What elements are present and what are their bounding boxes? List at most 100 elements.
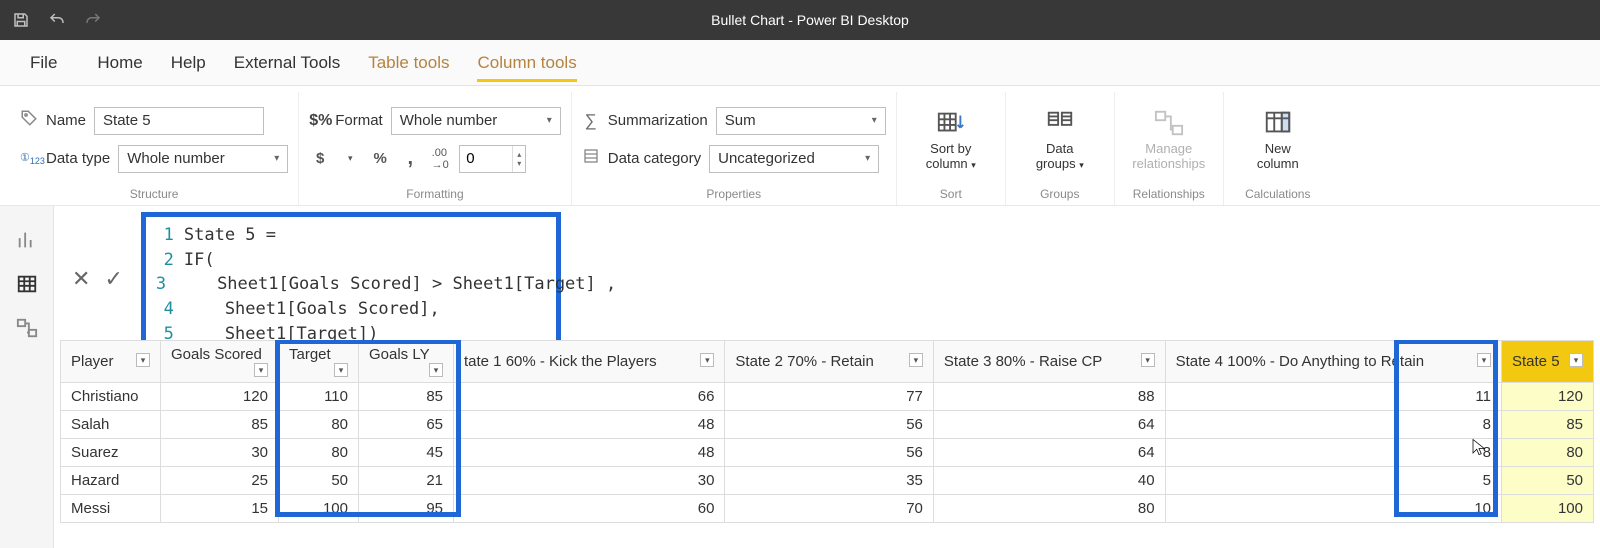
- datacategory-select[interactable]: Uncategorized▾: [709, 145, 879, 173]
- group-label-calculations: Calculations: [1234, 187, 1322, 205]
- sort-by-column-button[interactable]: Sort bycolumn ▾: [907, 99, 995, 181]
- filter-icon[interactable]: ▾: [254, 363, 268, 377]
- filter-icon[interactable]: ▾: [429, 363, 443, 377]
- datatype-select[interactable]: Whole number▾: [118, 145, 288, 173]
- data-view-icon[interactable]: [15, 272, 39, 296]
- cell[interactable]: 80: [933, 495, 1165, 523]
- cell[interactable]: 88: [933, 383, 1165, 411]
- save-icon[interactable]: [12, 11, 30, 29]
- summarization-select[interactable]: Sum▾: [716, 107, 886, 135]
- col-state1[interactable]: tate 1 60% - Kick the Players▾: [454, 341, 725, 383]
- col-state3[interactable]: State 3 80% - Raise CP▾: [933, 341, 1165, 383]
- tab-help[interactable]: Help: [171, 45, 206, 81]
- model-view-icon[interactable]: [15, 316, 39, 340]
- filter-icon[interactable]: ▾: [1141, 353, 1155, 367]
- currency-button[interactable]: $: [309, 148, 331, 170]
- cell[interactable]: 8: [1165, 439, 1501, 467]
- cell[interactable]: Suarez: [61, 439, 161, 467]
- tab-file[interactable]: File: [18, 49, 69, 77]
- cell[interactable]: 50: [1502, 467, 1594, 495]
- cell[interactable]: 80: [279, 411, 359, 439]
- table-row[interactable]: Salah858065485664885: [61, 411, 1594, 439]
- report-view-icon[interactable]: [15, 228, 39, 252]
- cell[interactable]: 35: [725, 467, 933, 495]
- name-input[interactable]: State 5: [94, 107, 264, 135]
- redo-icon[interactable]: [84, 11, 102, 29]
- col-target[interactable]: Target▾: [279, 341, 359, 383]
- col-state5[interactable]: State 5▾: [1502, 341, 1594, 383]
- undo-icon[interactable]: [48, 11, 66, 29]
- decimals-stepper[interactable]: ▴▾: [459, 145, 526, 173]
- decimals-input[interactable]: [460, 146, 512, 172]
- cell[interactable]: 21: [359, 467, 454, 495]
- col-goals-scored[interactable]: Goals Scored▾: [161, 341, 279, 383]
- tab-home[interactable]: Home: [97, 45, 142, 81]
- filter-icon[interactable]: ▾: [700, 353, 714, 367]
- cell[interactable]: 56: [725, 411, 933, 439]
- col-goals-ly[interactable]: Goals LY▾: [359, 341, 454, 383]
- cell[interactable]: Messi: [61, 495, 161, 523]
- new-column-button[interactable]: Newcolumn: [1234, 99, 1322, 181]
- cell[interactable]: 80: [279, 439, 359, 467]
- table-row[interactable]: Suarez308045485664880: [61, 439, 1594, 467]
- cell[interactable]: 48: [454, 411, 725, 439]
- thousands-button[interactable]: ,: [399, 148, 421, 170]
- cell[interactable]: 60: [454, 495, 725, 523]
- cell[interactable]: 70: [725, 495, 933, 523]
- data-groups-button[interactable]: Datagroups ▾: [1016, 99, 1104, 181]
- col-player[interactable]: Player▾: [61, 341, 161, 383]
- cell[interactable]: 64: [933, 411, 1165, 439]
- formula-editor[interactable]: 1State 5 = 2IF( 3 Sheet1[Goals Scored] >…: [141, 212, 561, 352]
- cell[interactable]: 40: [933, 467, 1165, 495]
- tab-external-tools[interactable]: External Tools: [234, 45, 340, 81]
- cell[interactable]: Christiano: [61, 383, 161, 411]
- cell[interactable]: Salah: [61, 411, 161, 439]
- col-state2[interactable]: State 2 70% - Retain▾: [725, 341, 933, 383]
- filter-icon[interactable]: ▾: [136, 353, 150, 367]
- cell[interactable]: 25: [161, 467, 279, 495]
- cell[interactable]: 48: [454, 439, 725, 467]
- currency-chevron-icon[interactable]: ▾: [339, 148, 361, 170]
- formula-cancel-button[interactable]: ✕: [72, 266, 90, 292]
- cell[interactable]: 85: [359, 383, 454, 411]
- cell[interactable]: 64: [933, 439, 1165, 467]
- formula-commit-button[interactable]: ✓: [104, 266, 122, 292]
- table-row[interactable]: Hazard255021303540550: [61, 467, 1594, 495]
- filter-icon[interactable]: ▾: [1569, 353, 1583, 367]
- filter-icon[interactable]: ▾: [909, 353, 923, 367]
- cell[interactable]: 85: [161, 411, 279, 439]
- cell[interactable]: 30: [454, 467, 725, 495]
- cell[interactable]: 11: [1165, 383, 1501, 411]
- header-row: Player▾ Goals Scored▾ Target▾ Goals LY▾ …: [61, 341, 1594, 383]
- cell[interactable]: 15: [161, 495, 279, 523]
- cell[interactable]: 77: [725, 383, 933, 411]
- cell[interactable]: 45: [359, 439, 454, 467]
- cell[interactable]: 80: [1502, 439, 1594, 467]
- format-select[interactable]: Whole number▾: [391, 107, 561, 135]
- cell[interactable]: 50: [279, 467, 359, 495]
- cell[interactable]: 5: [1165, 467, 1501, 495]
- col-state4[interactable]: State 4 100% - Do Anything to Retain▾: [1165, 341, 1501, 383]
- cell[interactable]: 100: [1502, 495, 1594, 523]
- cell[interactable]: 85: [1502, 411, 1594, 439]
- filter-icon[interactable]: ▾: [1477, 353, 1491, 367]
- tab-table-tools[interactable]: Table tools: [368, 45, 449, 81]
- table-row[interactable]: Christiano1201108566778811120: [61, 383, 1594, 411]
- cell[interactable]: 56: [725, 439, 933, 467]
- cell[interactable]: 10: [1165, 495, 1501, 523]
- cell[interactable]: 120: [1502, 383, 1594, 411]
- cell[interactable]: 66: [454, 383, 725, 411]
- cell[interactable]: 95: [359, 495, 454, 523]
- data-grid[interactable]: Player▾ Goals Scored▾ Target▾ Goals LY▾ …: [60, 340, 1594, 523]
- cell[interactable]: 30: [161, 439, 279, 467]
- cell[interactable]: 65: [359, 411, 454, 439]
- tab-column-tools[interactable]: Column tools: [477, 45, 576, 81]
- cell[interactable]: 8: [1165, 411, 1501, 439]
- cell[interactable]: 100: [279, 495, 359, 523]
- cell[interactable]: 120: [161, 383, 279, 411]
- percent-button[interactable]: %: [369, 148, 391, 170]
- cell[interactable]: 110: [279, 383, 359, 411]
- filter-icon[interactable]: ▾: [334, 363, 348, 377]
- cell[interactable]: Hazard: [61, 467, 161, 495]
- table-row[interactable]: Messi151009560708010100: [61, 495, 1594, 523]
